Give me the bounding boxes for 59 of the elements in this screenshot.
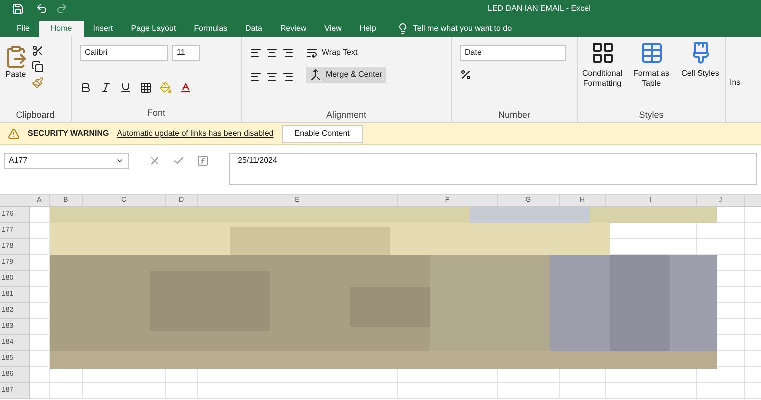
align-left-icon[interactable] xyxy=(250,47,262,59)
ribbon-tab[interactable]: Home xyxy=(38,21,84,37)
enable-content-button[interactable]: Enable Content xyxy=(282,124,363,142)
ribbon-tab[interactable]: Page Layout xyxy=(122,21,186,37)
lightbulb-icon xyxy=(397,23,410,35)
group-label: Styles xyxy=(638,108,665,122)
security-warning-label: SECURITY WARNING xyxy=(28,128,110,140)
warning-icon xyxy=(8,128,20,140)
font-size-dropdown[interactable]: 11 xyxy=(172,45,200,61)
borders-icon[interactable] xyxy=(140,82,152,94)
cancel-icon[interactable] xyxy=(149,155,161,167)
align-right-icon[interactable] xyxy=(282,71,294,83)
align-left-icon[interactable] xyxy=(250,71,262,83)
group-label: Alignment xyxy=(325,108,368,122)
italic-icon[interactable] xyxy=(100,82,112,94)
clipboard-icon xyxy=(4,45,28,69)
merge-icon xyxy=(310,69,322,81)
number-format-dropdown[interactable]: Date xyxy=(460,45,566,61)
bold-icon[interactable] xyxy=(80,82,92,94)
ribbon-tab[interactable]: Data xyxy=(236,21,272,37)
dropdown-icon xyxy=(116,157,124,165)
wrap-text-button[interactable]: Wrap Text xyxy=(306,47,386,59)
enter-icon[interactable] xyxy=(173,155,185,167)
wrap-text-icon xyxy=(306,47,318,59)
ribbon-tab[interactable]: Insert xyxy=(84,21,122,37)
insert-function-icon[interactable] xyxy=(197,155,209,167)
ribbon-tab[interactable]: Formulas xyxy=(185,21,237,37)
paste-button[interactable]: Paste xyxy=(4,41,28,108)
ribbon-tab[interactable]: Help xyxy=(350,21,386,37)
underline-icon[interactable] xyxy=(120,82,132,94)
font-color-icon[interactable] xyxy=(180,82,192,94)
tell-me-field[interactable]: Tell me what you want to do xyxy=(413,21,512,37)
ribbon-tab[interactable]: File xyxy=(8,21,39,37)
paintbrush-icon[interactable] xyxy=(32,77,44,89)
scissors-icon[interactable] xyxy=(32,45,44,57)
window-title: LED DAN IAN EMAIL - Excel xyxy=(488,3,591,15)
align-right-icon[interactable] xyxy=(282,47,294,59)
undo-icon[interactable] xyxy=(36,3,48,15)
group-label: Font xyxy=(146,107,166,120)
copy-icon[interactable] xyxy=(32,61,44,73)
formula-field[interactable]: 25/11/2024 xyxy=(229,153,757,185)
styles-button[interactable]: Format as Table xyxy=(631,41,672,108)
save-icon[interactable] xyxy=(12,3,24,15)
font-name-dropdown[interactable]: Calibri xyxy=(80,45,168,61)
fill-color-icon[interactable] xyxy=(160,82,172,94)
styles-button[interactable]: Cell Styles xyxy=(680,41,721,108)
group-label: Clipboard xyxy=(15,108,56,122)
styles-button[interactable]: Conditional Formatting xyxy=(582,41,623,108)
align-center-icon[interactable] xyxy=(266,71,278,83)
percent-icon[interactable] xyxy=(460,69,472,81)
insert-button[interactable]: Ins xyxy=(730,78,741,87)
group-label: Number xyxy=(497,108,532,122)
table-icon xyxy=(640,41,664,65)
ribbon-tab[interactable]: View xyxy=(316,21,351,37)
align-center-icon[interactable] xyxy=(266,47,278,59)
merge-center-button[interactable]: Merge & Center xyxy=(306,67,386,83)
security-message-link[interactable]: Automatic update of links has been disabled xyxy=(117,128,274,140)
name-box[interactable]: A177 xyxy=(4,153,129,169)
ribbon-tab[interactable]: Review xyxy=(271,21,316,37)
